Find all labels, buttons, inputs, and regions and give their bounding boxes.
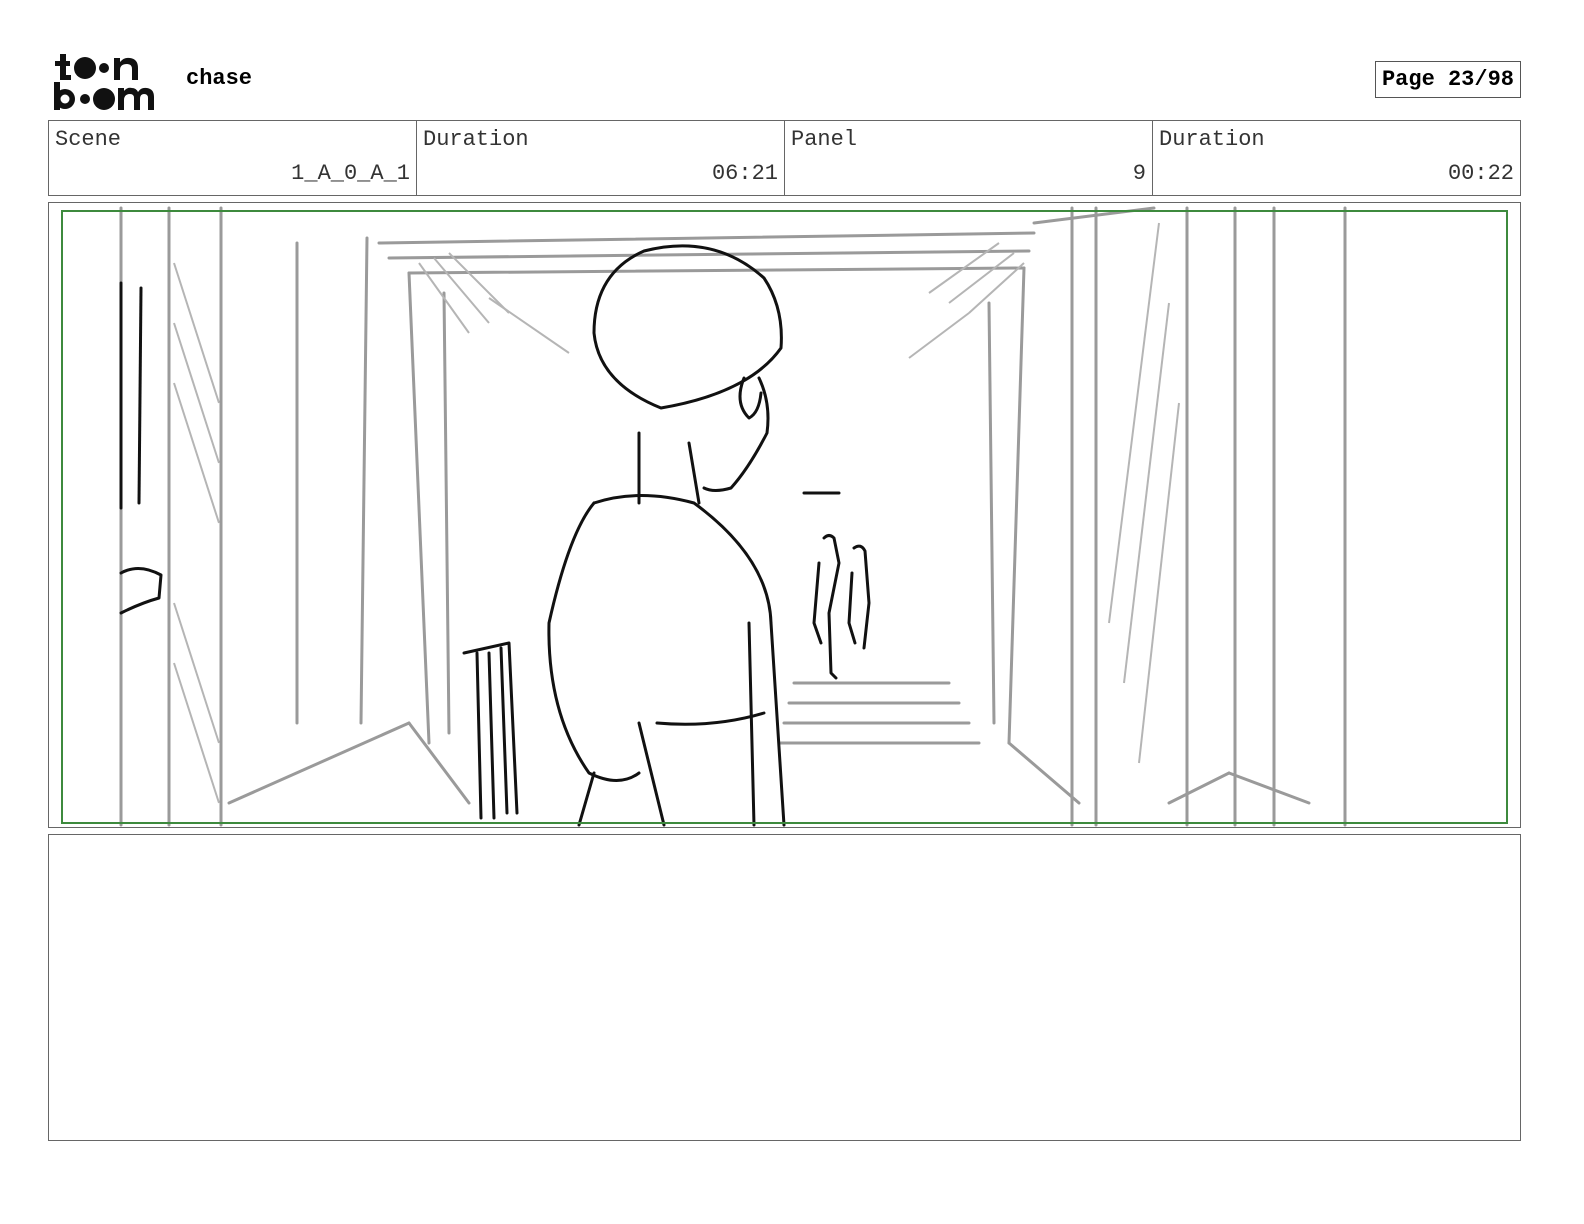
scene-duration-value: 06:21 bbox=[711, 161, 778, 186]
panel-duration-label: Duration bbox=[1159, 127, 1265, 152]
page-indicator: Page 23/98 bbox=[1374, 61, 1521, 98]
scene-cell: Scene 1_A_0_A_1 bbox=[49, 121, 417, 195]
scene-label: Scene bbox=[55, 127, 122, 152]
scene-duration-cell: Duration 06:21 bbox=[417, 121, 785, 195]
panel-cell: Panel 9 bbox=[785, 121, 1153, 195]
scene-value: 1_A_0_A_1 bbox=[291, 161, 410, 186]
panel-duration-value: 00:22 bbox=[1447, 161, 1514, 186]
panel-label: Panel bbox=[791, 127, 858, 152]
safe-area-frame bbox=[61, 210, 1508, 824]
project-title: chase bbox=[186, 66, 253, 91]
toon-boom-logo bbox=[52, 52, 164, 112]
scene-info-table: Scene 1_A_0_A_1 Duration 06:21 Panel 9 D… bbox=[48, 120, 1521, 196]
panel-value: 9 bbox=[1132, 161, 1146, 186]
panel-duration-cell: Duration 00:22 bbox=[1153, 121, 1520, 195]
scene-duration-label: Duration bbox=[423, 127, 529, 152]
panel-notes-area bbox=[48, 834, 1521, 1141]
storyboard-panel-image bbox=[48, 202, 1521, 828]
